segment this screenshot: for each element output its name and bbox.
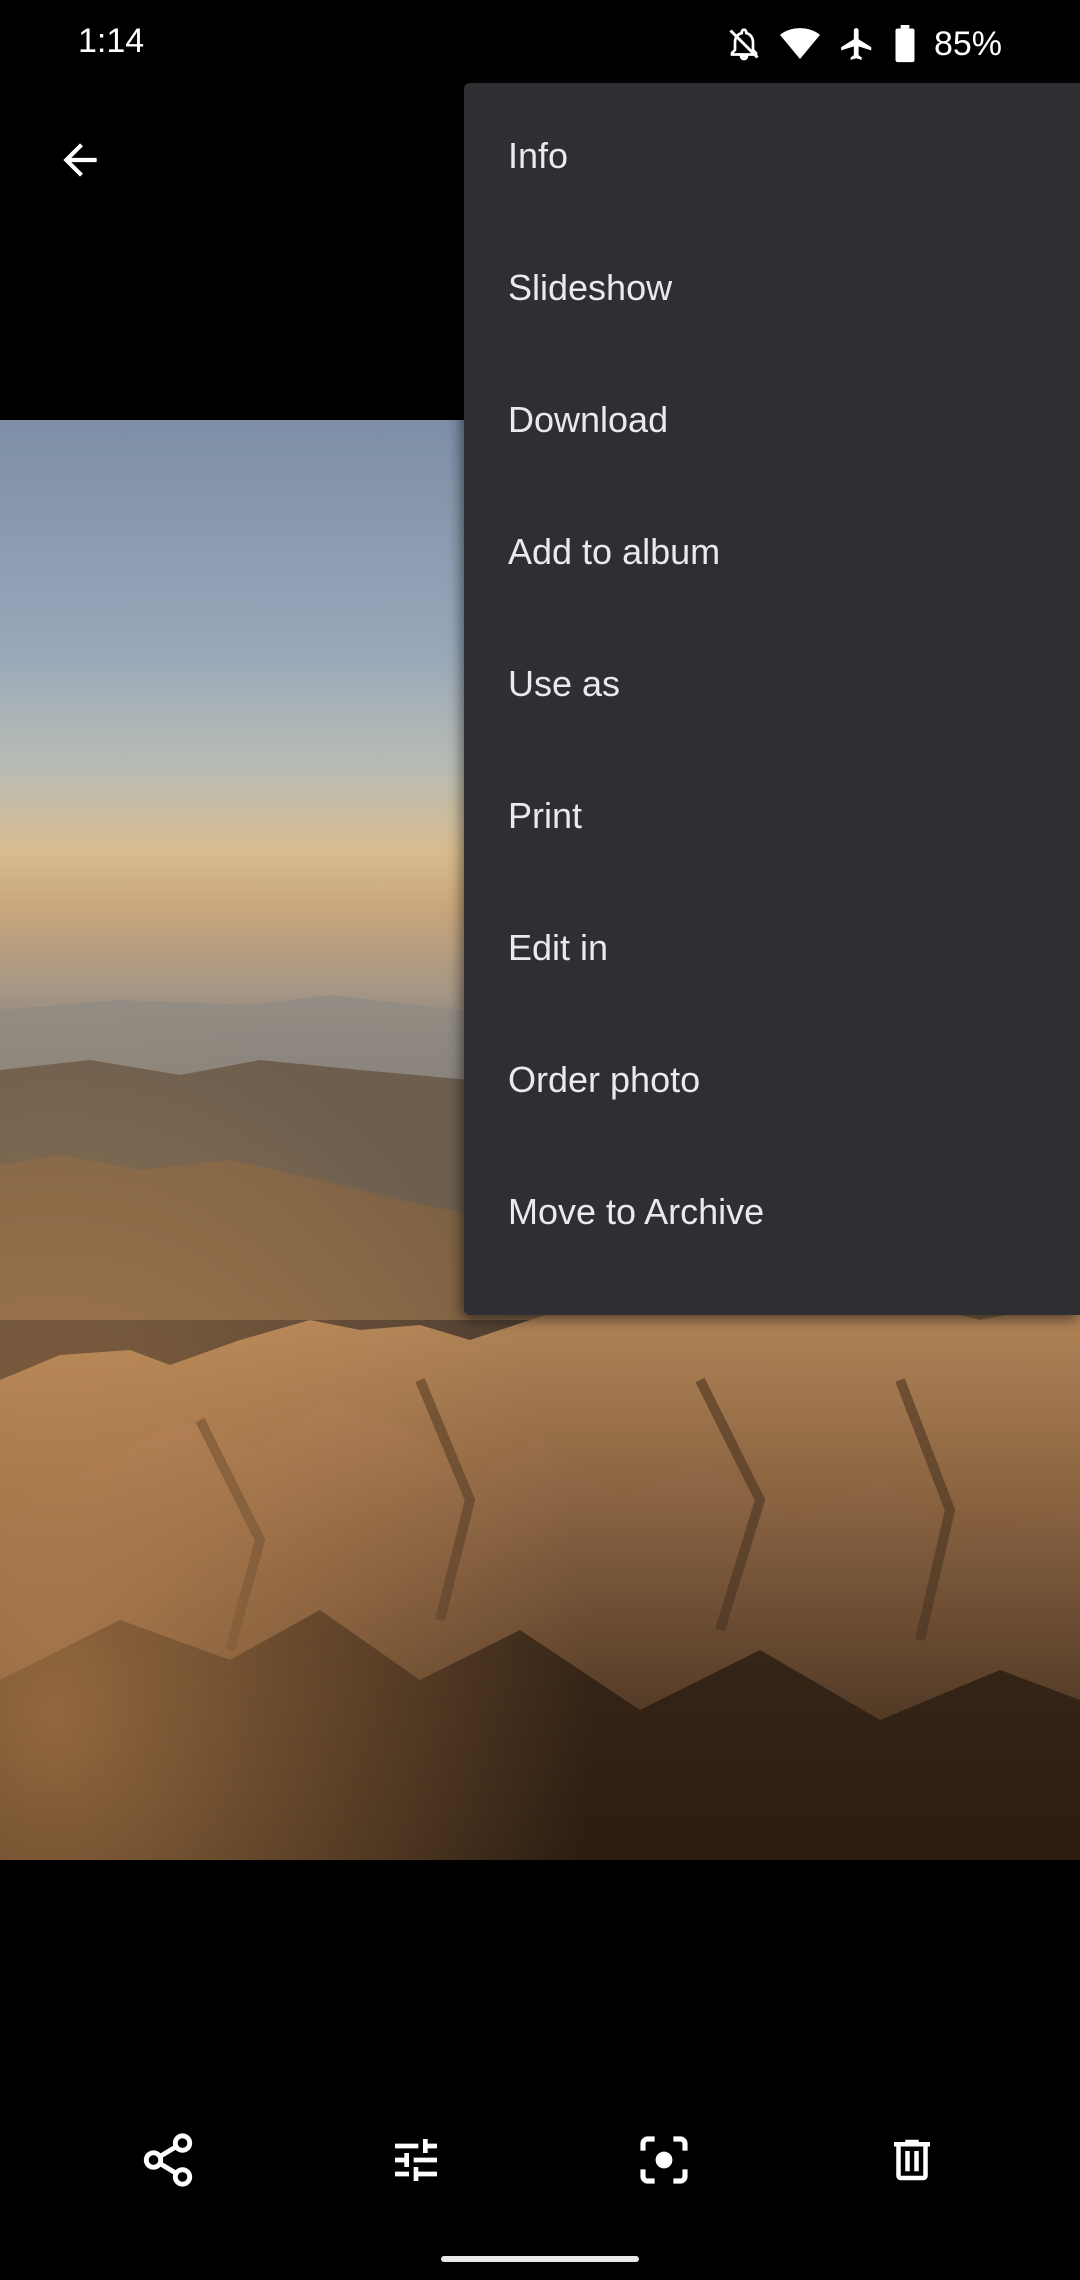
share-icon: [143, 2133, 193, 2187]
wifi-icon: [779, 27, 820, 61]
overflow-menu: Info Slideshow Download Add to album Use…: [464, 83, 1080, 1315]
menu-item-download[interactable]: Download: [464, 354, 1080, 486]
menu-item-edit-in[interactable]: Edit in: [464, 882, 1080, 1014]
lens-button[interactable]: [614, 2110, 714, 2210]
menu-item-order-photo[interactable]: Order photo: [464, 1014, 1080, 1146]
notifications-off-icon: [726, 24, 762, 64]
edit-button[interactable]: [366, 2110, 466, 2210]
arrow-back-icon: [63, 143, 97, 177]
share-button[interactable]: [118, 2110, 218, 2210]
menu-item-use-as[interactable]: Use as: [464, 618, 1080, 750]
menu-item-move-to-archive[interactable]: Move to Archive: [464, 1146, 1080, 1278]
back-button[interactable]: [40, 120, 120, 200]
lens-icon: [640, 2136, 688, 2184]
delete-button[interactable]: [862, 2110, 962, 2210]
status-icons: 85%: [726, 18, 1002, 70]
delete-icon: [894, 2139, 930, 2181]
home-indicator[interactable]: [441, 2256, 639, 2262]
menu-item-info[interactable]: Info: [464, 90, 1080, 222]
battery-percent: 85%: [933, 24, 1002, 63]
edit-adjust-icon: [395, 2139, 437, 2181]
status-bar: 1:14 85%: [0, 0, 1080, 90]
bottom-action-bar: [0, 2110, 1080, 2210]
menu-item-print[interactable]: Print: [464, 750, 1080, 882]
airplane-mode-icon: [838, 25, 876, 63]
menu-item-slideshow[interactable]: Slideshow: [464, 222, 1080, 354]
menu-item-add-to-album[interactable]: Add to album: [464, 486, 1080, 618]
battery-icon: [894, 25, 916, 63]
status-time: 1:14: [78, 22, 145, 60]
